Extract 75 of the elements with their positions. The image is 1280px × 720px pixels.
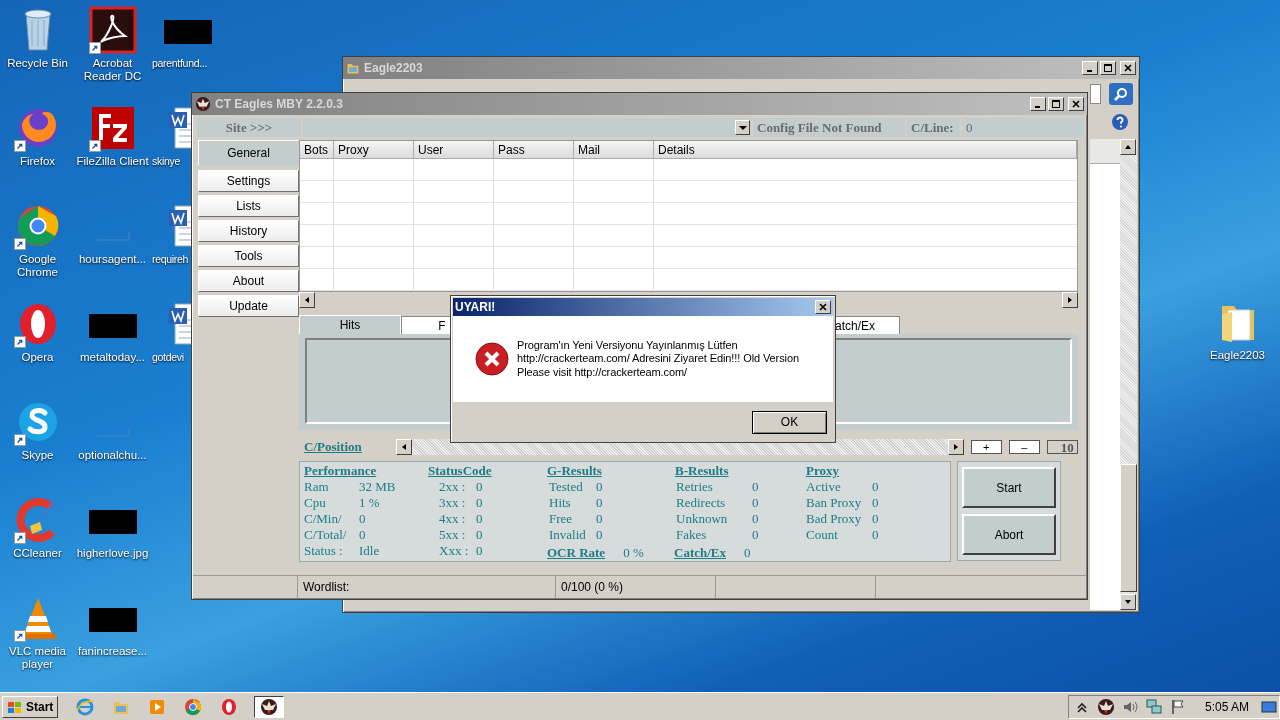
status-text: 0/100 (0 %): [555, 576, 715, 598]
stat-value: 0: [359, 511, 366, 527]
stat-label: 2xx :: [439, 479, 467, 495]
stat-label: Invalid: [549, 527, 587, 543]
stat-value: 1 %: [359, 495, 380, 511]
stat-label: Status :: [304, 543, 344, 559]
stat-value: 0: [872, 527, 879, 543]
stat-value: Idle: [359, 543, 380, 559]
stat-value: 0: [744, 545, 751, 561]
icon-label: optionalchu...: [78, 449, 147, 462]
stat-value: 0: [752, 527, 759, 543]
stat-value: 0: [596, 511, 603, 527]
icon-label: requireh: [152, 253, 189, 266]
stat-value: 0: [872, 479, 879, 495]
stat-label: C/Total/: [304, 527, 348, 543]
stat-value: 0: [476, 495, 483, 511]
stat-label: Count: [806, 527, 839, 543]
status-text: Wordlist:: [297, 576, 555, 598]
stat-label: Tested: [549, 479, 584, 495]
stat-label: Unknown: [676, 511, 729, 527]
cline-label: C/Line:: [907, 118, 960, 137]
stat-value: 0 %: [623, 545, 644, 561]
stat-value: 0: [596, 495, 603, 511]
stat-value: 0: [476, 511, 483, 527]
dialog-title: UYARI!: [455, 300, 496, 314]
stat-label: Free: [549, 511, 574, 527]
stat-label: Ban Proxy: [806, 495, 863, 511]
window-title: Eagle2203: [364, 61, 424, 75]
icon-label: Skype: [21, 449, 54, 462]
icon-label: Google Chrome: [17, 253, 58, 279]
stat-value: 0: [596, 479, 603, 495]
stat-value: 0: [476, 543, 483, 559]
stat-value: 0: [476, 527, 483, 543]
stat-value: 0: [752, 479, 759, 495]
icon-label: fanincrease...: [77, 645, 147, 658]
icon-label: skinye: [152, 155, 180, 168]
cline-value: 0: [962, 118, 1084, 137]
stat-label: 4xx :: [439, 511, 467, 527]
site-label: Site >>>: [197, 118, 301, 137]
window-title: CT Eagles MBY 2.2.0.3: [215, 97, 344, 111]
stat-value: 0: [596, 527, 603, 543]
stat-label: 3xx :: [439, 495, 467, 511]
stat-label: Redirects: [676, 495, 727, 511]
stat-label: Retries: [676, 479, 714, 495]
icon-label: Eagle2203: [1210, 349, 1265, 362]
stat-value: 32 MB: [359, 479, 396, 495]
icon-label: CCleaner: [13, 547, 62, 560]
stat-value: 0: [752, 511, 759, 527]
icon-label: Acrobat Reader DC: [83, 57, 142, 83]
stat-label: Active: [806, 479, 842, 495]
icon-label: Opera: [21, 351, 54, 364]
icon-label: FileZilla Client: [76, 155, 149, 168]
config-status: Config File Not Found: [753, 118, 905, 137]
icon-label: Firefox: [19, 155, 56, 168]
alert-message: Program'ın Yeni Versiyonu Yayınlanmış Lütfen http://crackerteam.com/ Adresini Ziyaret Edin!!! Old Version Please visit http://crackerteam.com/: [517, 338, 799, 380]
stat-label: Hits: [549, 495, 572, 511]
stat-label: 5xx :: [439, 527, 467, 543]
stat-value: 0: [476, 479, 483, 495]
icon-label: metaltoday...: [80, 351, 145, 364]
icon-label: Recycle Bin: [7, 57, 68, 70]
stat-value: 0: [752, 495, 759, 511]
stat-value: 0: [359, 527, 366, 543]
icon-label: VLC media player: [9, 645, 66, 671]
icon-label: gotdevi: [152, 351, 184, 364]
icon-label: parentfund...: [152, 57, 208, 70]
icon-label: hoursagent...: [78, 253, 147, 266]
icon-label: higherlove.jpg: [76, 547, 149, 560]
stat-value: 0: [872, 511, 879, 527]
stat-label: C/Min/: [304, 511, 343, 527]
stat-label: Bad Proxy: [806, 511, 863, 527]
stat-label: Ram: [304, 479, 330, 495]
stat-label: Fakes: [676, 527, 708, 543]
stat-label: Cpu: [304, 495, 327, 511]
stat-value: 0: [872, 495, 879, 511]
stat-label: Xxx :: [439, 543, 470, 559]
